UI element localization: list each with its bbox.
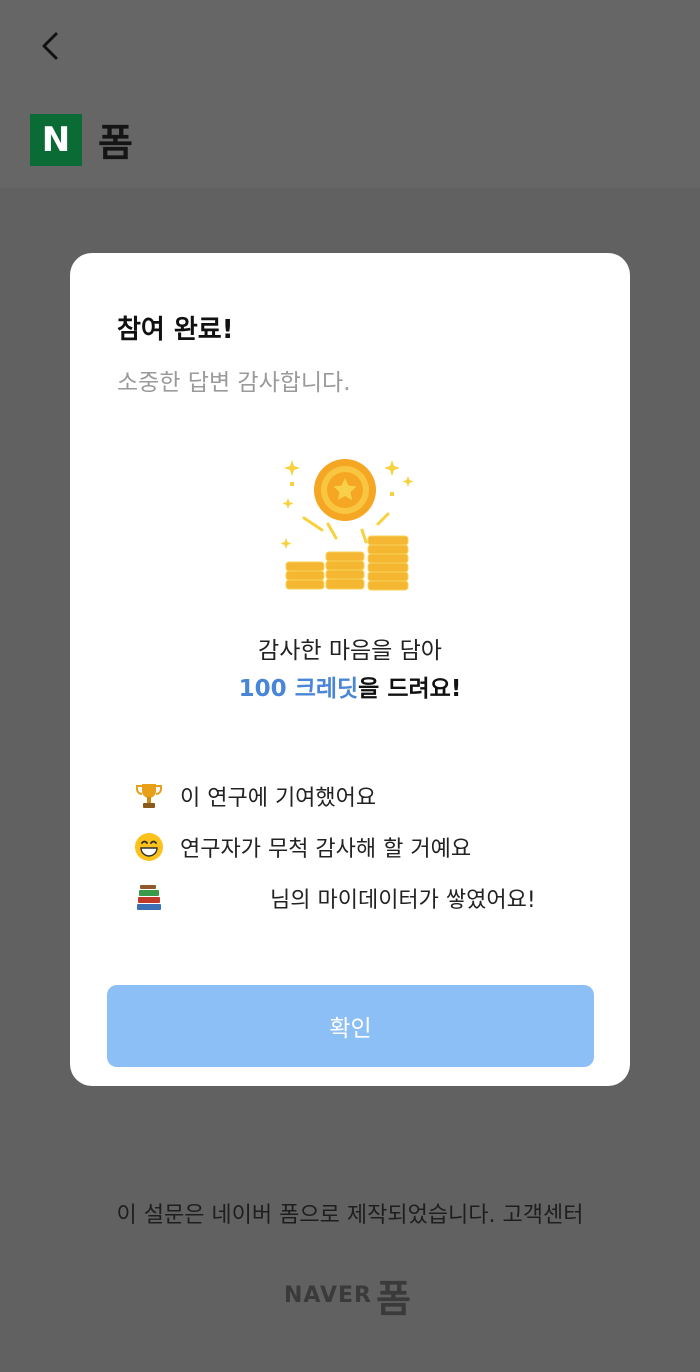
chevron-left-icon — [42, 32, 58, 60]
back-button[interactable] — [30, 26, 70, 66]
confirm-button[interactable]: 확인 — [107, 985, 594, 1067]
benefit-text: 이 연구에 기여했어요 — [180, 786, 377, 811]
form-wordmark: 폼 — [375, 1277, 411, 1321]
coins-illustration — [280, 459, 414, 591]
list-item: 님의 마이데이터가 쌓였어요! — [132, 881, 592, 915]
reward-message: 감사한 마음을 담아 — [258, 638, 442, 664]
naver-form-logo[interactable]: NAVER 폼 — [284, 1268, 411, 1323]
benefit-list: 이 연구에 기여했어요 연구자가 무척 감사해 할 거예요 님의 마이데이터가 … — [132, 779, 592, 932]
naver-n-logo: N — [30, 113, 82, 166]
customer-center-link[interactable]: 고객센터 — [503, 1203, 584, 1228]
list-item: 연구자가 무척 감사해 할 거예요 — [132, 830, 592, 864]
naver-wordmark: NAVER — [284, 1283, 372, 1308]
books-icon — [132, 881, 166, 915]
footer-notice: 이 설문은 네이버 폼으로 제작되었습니다. 고객센터 — [0, 1197, 700, 1229]
benefit-text: 연구자가 무척 감사해 할 거예요 — [180, 837, 472, 862]
dialog-subtitle: 소중한 답변 감사합니다. — [117, 370, 351, 396]
redacted-username — [180, 888, 270, 914]
list-item: 이 연구에 기여했어요 — [132, 779, 592, 813]
credit-amount: 100 크레딧 — [238, 676, 359, 702]
footer-notice-text: 이 설문은 네이버 폼으로 제작되었습니다. — [116, 1203, 496, 1228]
top-bar: N 폼 — [0, 0, 700, 188]
grinning-face-icon — [132, 830, 166, 864]
reward-amount-line: 100 크레딧을 드려요! — [70, 669, 630, 703]
dialog-title: 참여 완료! — [117, 315, 234, 345]
reward-suffix: 을 드려요! — [358, 676, 462, 702]
benefit-text: 님의 마이데이터가 쌓였어요! — [180, 882, 536, 914]
trophy-icon — [132, 779, 166, 813]
brand-logo[interactable]: N 폼 — [30, 112, 133, 167]
brand-name: 폼 — [98, 121, 133, 165]
completion-dialog: 참여 완료! 소중한 답변 감사합니다. 감사한 마음을 담아 100 크레딧을… — [70, 253, 630, 1086]
